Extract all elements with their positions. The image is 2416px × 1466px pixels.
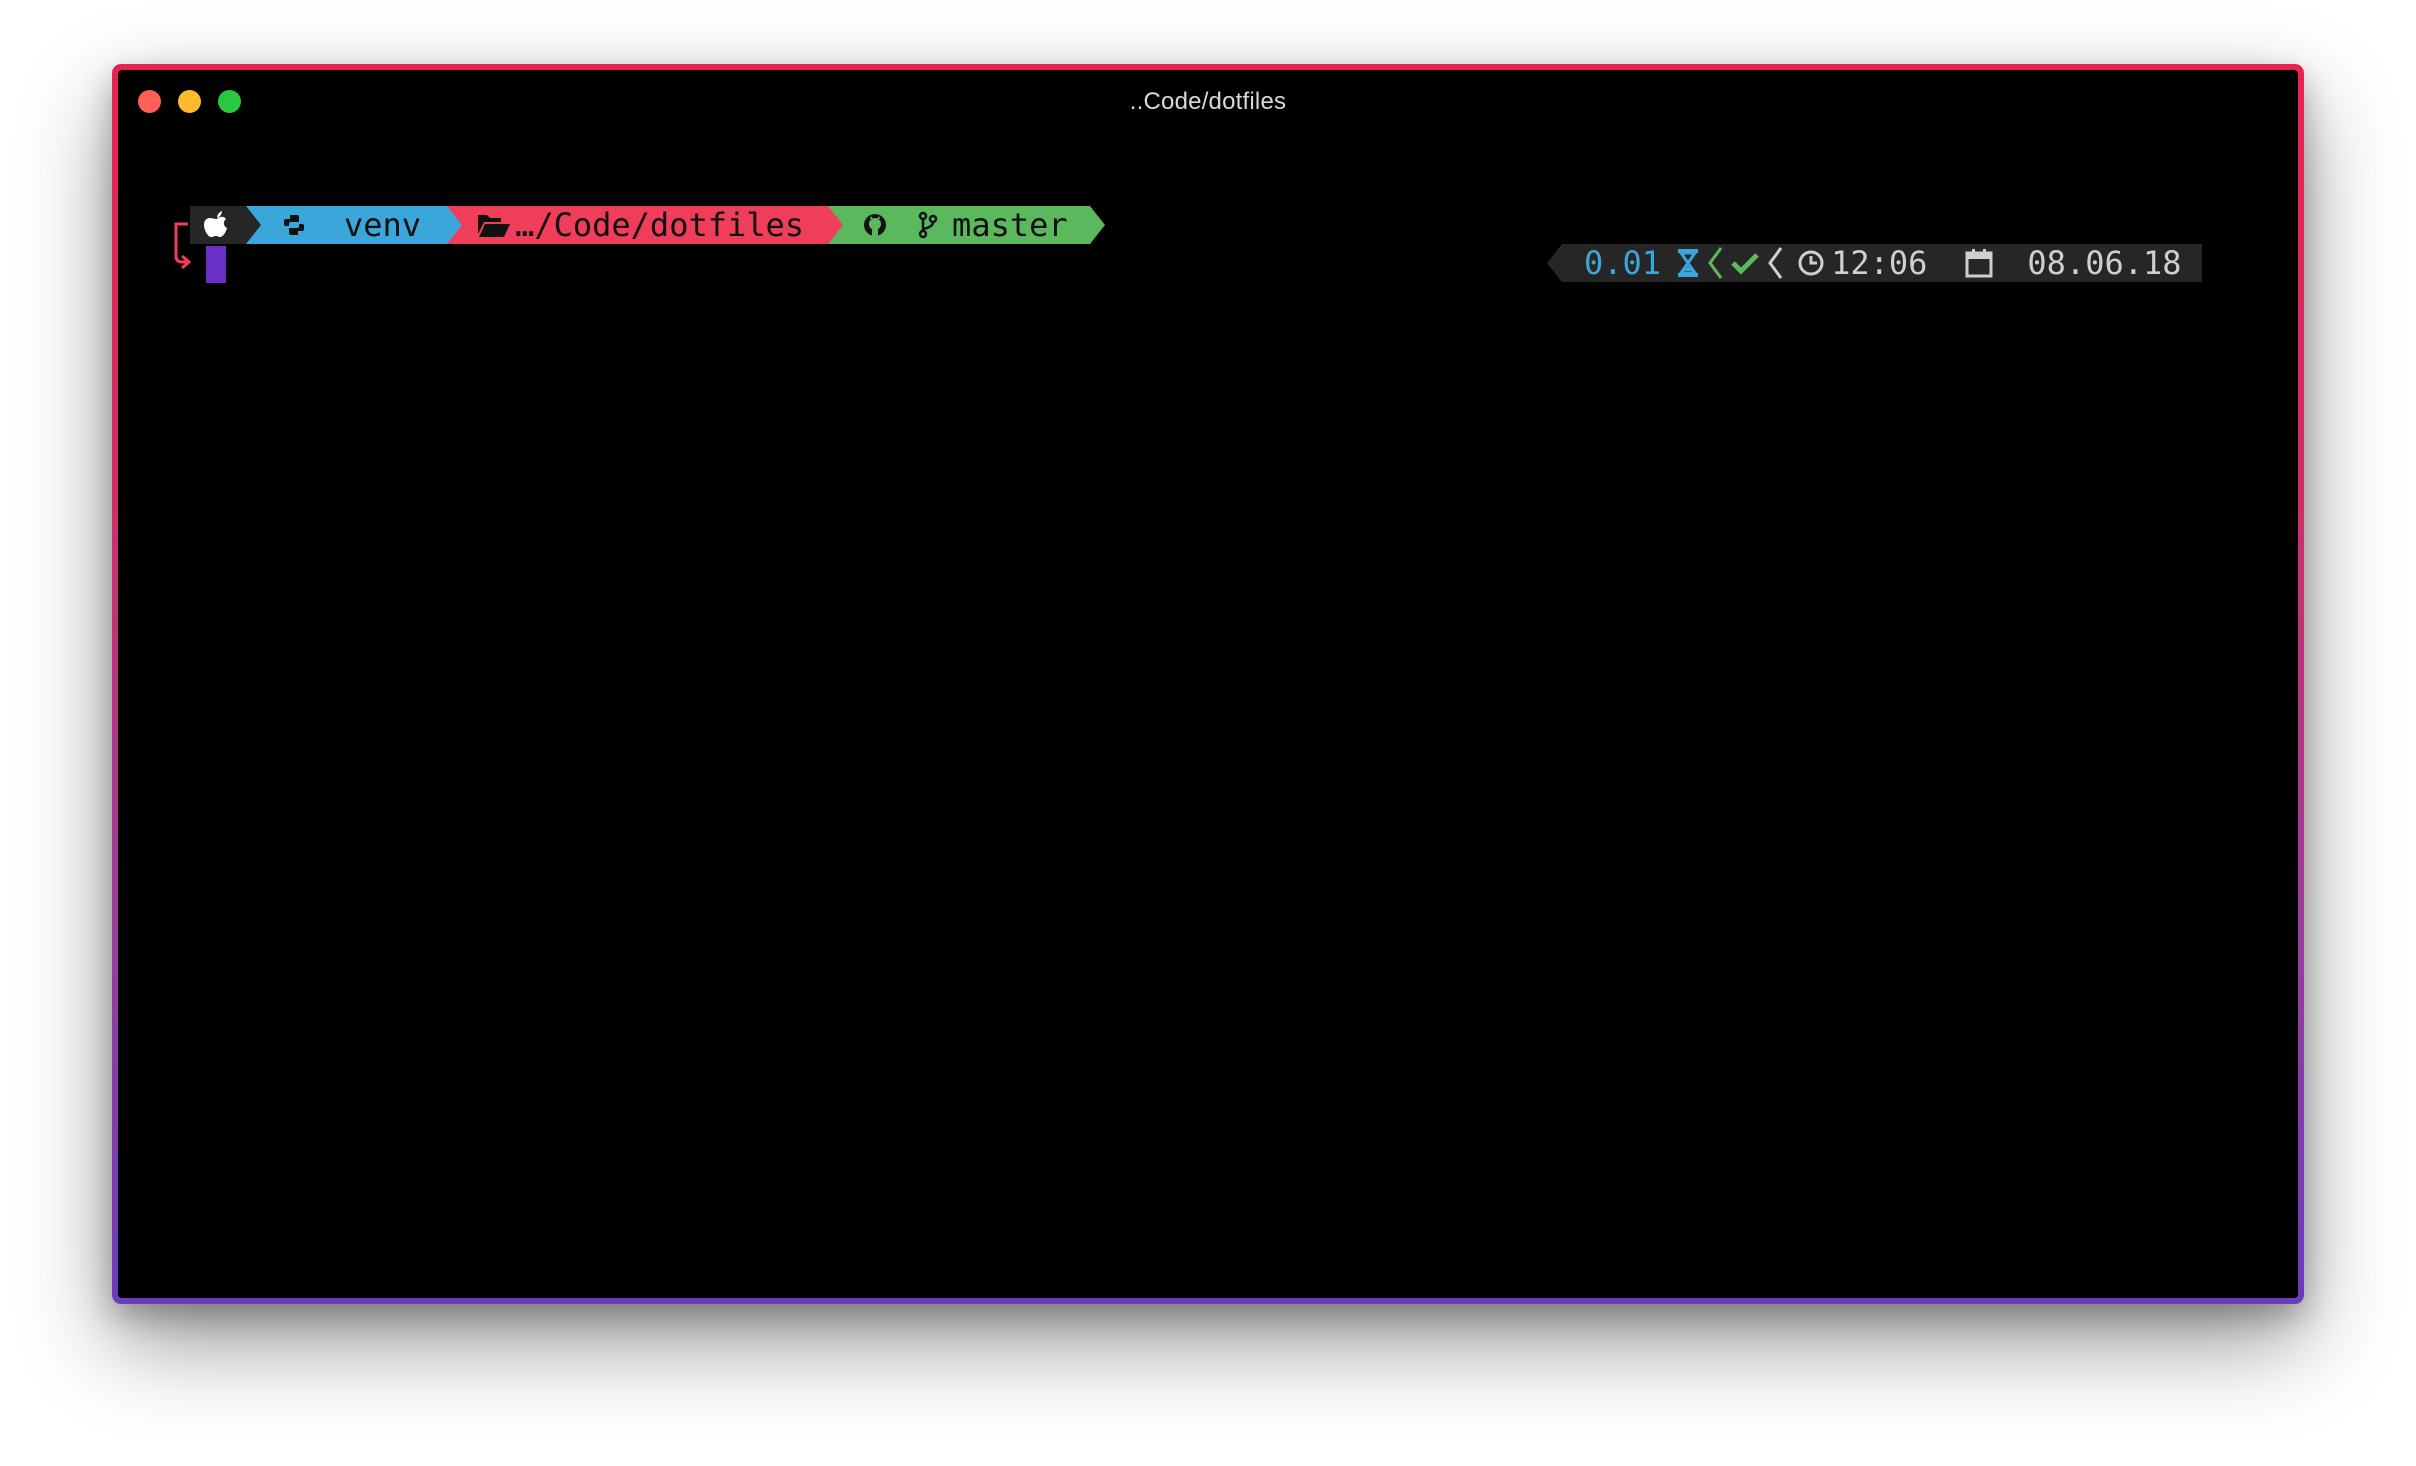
branch-label: master [952, 206, 1068, 244]
segment-arrow [447, 206, 463, 244]
terminal-area[interactable]: ..Code/dotfiles venv …/Code/dotfiles mas… [118, 70, 2298, 1298]
directory-label: …/Code/dotfiles [515, 206, 805, 244]
separator-icon [1707, 246, 1723, 280]
date-text: 08.06.18 [2027, 244, 2182, 282]
os-segment [190, 206, 261, 244]
clock-icon [1797, 249, 1825, 277]
apple-icon [204, 210, 230, 240]
directory-segment: …/Code/dotfiles [447, 206, 844, 244]
right-prompt: 0.01 12:06 08.06.18 [1547, 244, 2202, 282]
segment-arrow [1089, 206, 1105, 244]
folder-open-icon [477, 212, 511, 238]
venv-segment: venv [246, 206, 463, 244]
terminal-cursor [206, 246, 226, 283]
segment-arrow [828, 206, 844, 244]
segment-arrow [246, 206, 261, 244]
terminal-window: ..Code/dotfiles venv …/Code/dotfiles mas… [112, 64, 2304, 1304]
python-icon [282, 213, 306, 237]
github-icon [862, 212, 888, 238]
exec-time: 0.01 [1584, 244, 1662, 282]
check-icon [1731, 251, 1759, 275]
calendar-icon [1965, 248, 1993, 278]
time-text: 12:06 [1831, 244, 1928, 282]
window-title: ..Code/dotfiles [1129, 88, 1287, 115]
hourglass-icon [1677, 248, 1699, 278]
prompt-segments: venv …/Code/dotfiles master [190, 206, 1105, 244]
segment-arrow [1547, 244, 1562, 282]
venv-label: venv [344, 206, 422, 244]
git-branch-icon [918, 211, 938, 239]
separator-icon [1767, 246, 1783, 280]
git-segment: master [828, 206, 1105, 244]
